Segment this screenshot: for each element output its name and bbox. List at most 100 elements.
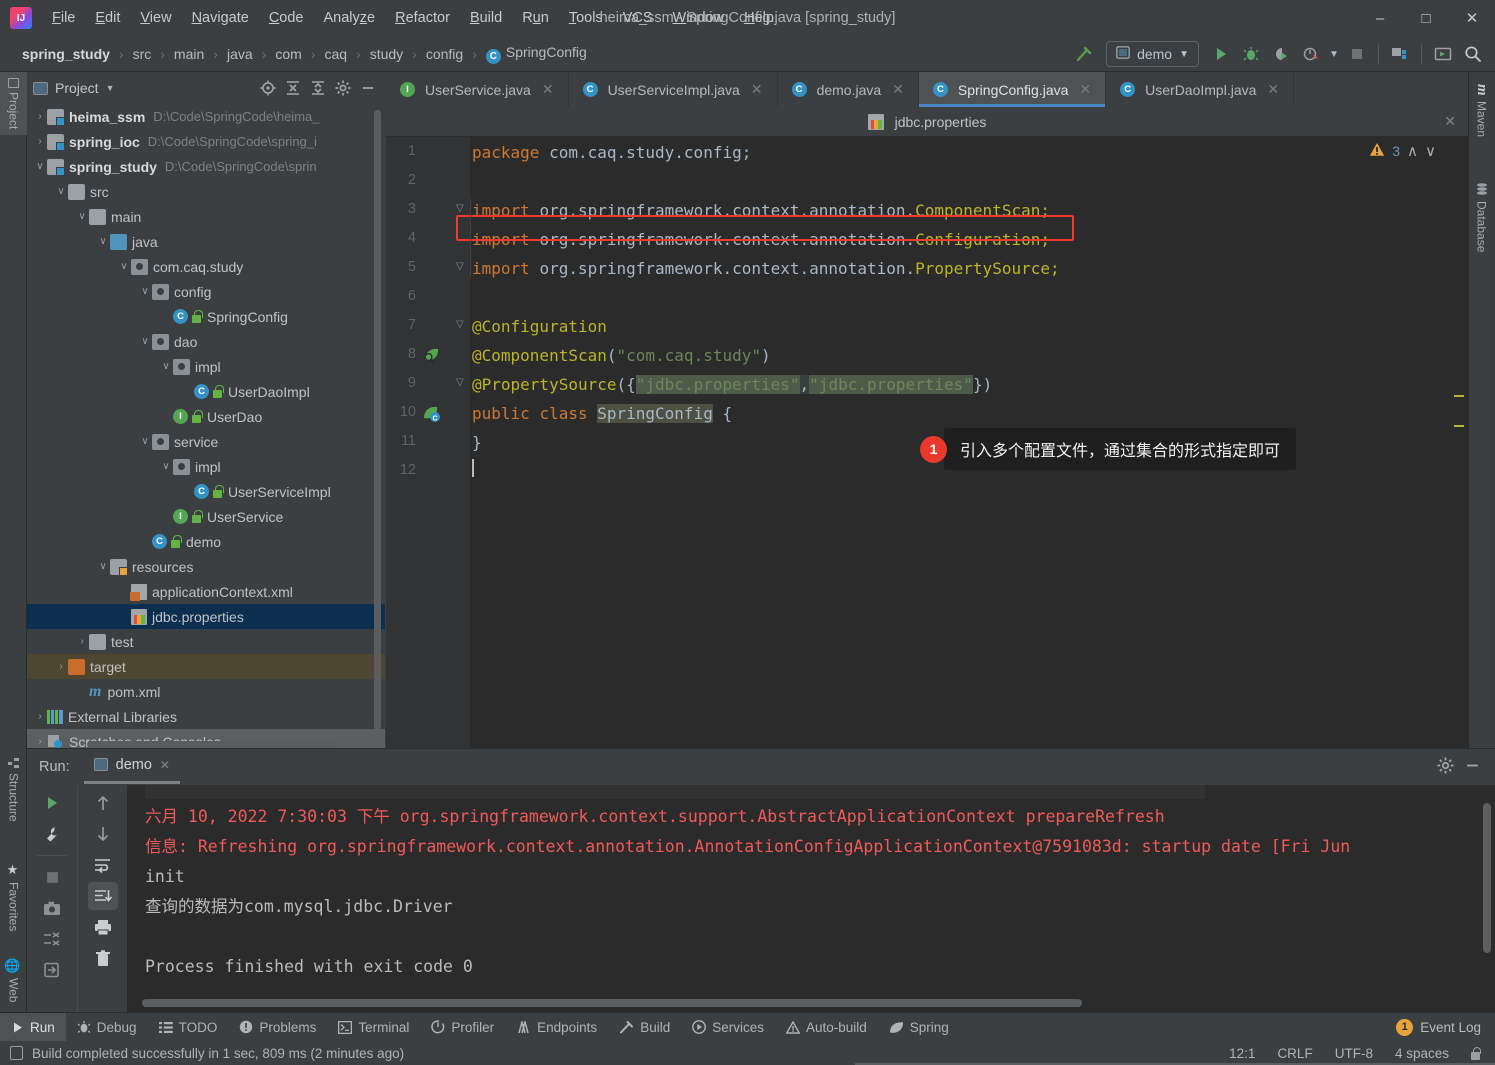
spring-configuration-icon[interactable]: C [422,404,441,423]
close-icon[interactable]: ✕ [1079,81,1091,98]
tree-node-main[interactable]: ∨ main [27,204,385,229]
menu-item-navigate[interactable]: Navigate [182,6,259,30]
menu-item-code[interactable]: Code [259,6,314,30]
bottom-tab-debug[interactable]: Debug [66,1013,148,1042]
tree-node-config[interactable]: ∨ config [27,279,385,304]
debug-icon[interactable] [1237,41,1265,67]
bottom-tab-run[interactable]: Run [0,1012,66,1042]
editor-tab-userdaoimpl-java[interactable]: C UserDaoImpl.java ✕ [1106,72,1295,107]
tree-node-com-caq-study[interactable]: ∨ com.caq.study [27,254,385,279]
expand-all-icon[interactable] [282,77,304,99]
indent-setting[interactable]: 4 spaces [1395,1046,1449,1061]
stop-icon[interactable] [37,863,67,891]
chevron-right-icon[interactable]: › [33,711,47,722]
menu-item-tools[interactable]: Tools [559,6,613,30]
tree-node-external-libraries[interactable]: › External Libraries [27,704,385,729]
menu-item-help[interactable]: Help [734,6,784,30]
tree-node-demo[interactable]: Cdemo [27,529,385,554]
tree-node-applicationcontext-xml[interactable]: applicationContext.xml [27,579,385,604]
tree-node-test[interactable]: › test [27,629,385,654]
chevron-down-icon[interactable]: ∨ [159,461,173,472]
close-icon[interactable]: ✕ [892,81,904,98]
chevron-down-icon[interactable]: ∨ [138,336,152,347]
menu-item-vcs[interactable]: VCS [613,6,663,30]
bottom-tab-build[interactable]: Build [608,1013,681,1042]
editor-tab-userservice-java[interactable]: I UserService.java ✕ [386,72,569,107]
tree-node-userdao[interactable]: I UserDao [27,404,385,429]
tree-node-dao[interactable]: ∨ dao [27,329,385,354]
chevron-down-icon[interactable]: ∨ [33,161,47,172]
tree-node-service[interactable]: ∨ service [27,429,385,454]
select-in-icon[interactable] [1429,41,1457,67]
bottom-tab-terminal[interactable]: Terminal [327,1013,420,1042]
code-folding-icon[interactable]: ▽ [456,319,464,330]
project-vertical-scrollbar[interactable] [374,110,381,730]
sidebar-item-favorites[interactable]: ★ Favorites [0,857,27,937]
chevron-right-icon[interactable]: › [33,736,47,747]
breadcrumb-item-main[interactable]: main [172,46,206,62]
menu-item-analyze[interactable]: Analyze [314,6,386,30]
code-folding-icon[interactable]: ▽ [456,203,464,214]
hide-panel-icon[interactable] [357,77,379,99]
tree-node-impl[interactable]: ∨ impl [27,354,385,379]
stop-icon[interactable] [1343,41,1371,67]
menu-item-edit[interactable]: Edit [85,6,130,30]
search-everywhere-icon[interactable] [1459,41,1487,67]
chevron-down-icon[interactable]: ∨ [117,261,131,272]
chevron-down-icon[interactable]: ∨ [138,436,152,447]
down-arrow-icon[interactable] [88,820,118,848]
close-button[interactable]: ✕ [1449,0,1495,36]
breadcrumb-item-src[interactable]: src [131,46,154,62]
console-vertical-scrollbar[interactable] [1483,803,1491,953]
bottom-tab-problems[interactable]: Problems [228,1013,327,1042]
tree-node-java[interactable]: ∨ java [27,229,385,254]
code-editor[interactable]: 1 2 3 4 5 6 7 8 9 10 11 12 ▽ ▽ ▽ ▽ C package com.caq.stu… [386,137,1468,748]
tree-node-heima-ssm[interactable]: › heima_ssm D:\Code\SpringCode\heima_ [27,104,385,129]
file-encoding[interactable]: UTF-8 [1335,1046,1373,1061]
code-folding-icon[interactable]: ▽ [456,261,464,272]
sidebar-item-database[interactable]: Database [1468,177,1495,258]
run-icon[interactable] [1207,41,1235,67]
breadcrumb-item-caq[interactable]: caq [322,46,349,62]
chevron-right-icon[interactable]: › [75,636,89,647]
next-problem-icon[interactable]: ∨ [1425,142,1436,160]
breadcrumb-item-study[interactable]: study [368,46,405,62]
tree-node-src[interactable]: ∨ src [27,179,385,204]
hide-panel-icon[interactable] [1464,757,1481,777]
tree-node-target[interactable]: › target [27,654,385,679]
tree-node-impl[interactable]: ∨ impl [27,454,385,479]
project-structure-icon[interactable] [1386,41,1414,67]
soft-wrap-icon[interactable] [88,851,118,879]
editor-tab-demo-java[interactable]: Cdemo.java ✕ [778,72,919,107]
trash-icon[interactable] [88,944,118,972]
chevron-right-icon[interactable]: › [33,111,47,122]
prev-problem-icon[interactable]: ∧ [1407,142,1418,160]
breadcrumb-item-springconfig[interactable]: C SpringConfig [484,44,589,64]
console-horizontal-scrollbar[interactable] [142,999,1082,1007]
screenshot-icon[interactable] [37,894,67,922]
minimize-button[interactable]: – [1357,0,1403,36]
settings-wrench-icon[interactable] [37,820,67,848]
tree-node-userdaoimpl[interactable]: C UserDaoImpl [27,379,385,404]
run-tab-demo[interactable]: demo ✕ [83,751,180,784]
maximize-button[interactable]: □ [1403,0,1449,36]
run-console[interactable]: 六月 10, 2022 7:30:03 下午 org.springframewo… [127,785,1495,1013]
event-log-label[interactable]: Event Log [1420,1020,1481,1035]
settings-gear-icon[interactable] [332,77,354,99]
inspection-widget[interactable]: 3 ∧ ∨ [1369,142,1436,160]
menu-item-refactor[interactable]: Refactor [385,6,460,30]
build-hammer-icon[interactable] [1070,41,1098,67]
chevron-down-icon[interactable]: ∨ [75,211,89,222]
breadcrumb-item-java[interactable]: java [225,46,255,62]
sidebar-item-project[interactable]: Project [0,72,27,136]
event-log-area[interactable]: 1 Event Log [1396,1018,1495,1036]
bottom-tab-spring[interactable]: Spring [878,1013,960,1042]
chevron-down-icon[interactable]: ▼ [1327,41,1341,67]
line-separator[interactable]: CRLF [1277,1046,1312,1061]
menu-item-file[interactable]: File [42,6,85,30]
rerun-icon[interactable] [37,789,67,817]
collapse-all-icon[interactable] [307,77,329,99]
close-icon[interactable]: ✕ [1267,81,1279,98]
up-arrow-icon[interactable] [88,789,118,817]
bottom-tab-endpoints[interactable]: Endpoints [505,1013,608,1042]
